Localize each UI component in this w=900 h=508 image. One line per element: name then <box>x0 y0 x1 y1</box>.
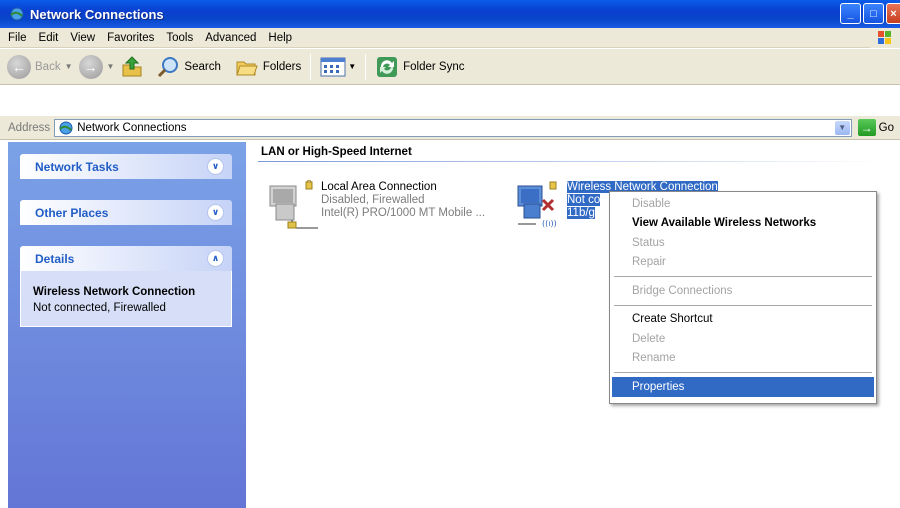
address-dropdown-icon[interactable]: ▼ <box>834 120 850 135</box>
menu-item-rename[interactable]: Rename <box>612 349 874 369</box>
up-folder-icon <box>122 55 142 76</box>
menu-item-repair[interactable]: Repair <box>612 253 874 273</box>
close-icon: × <box>890 7 897 20</box>
menu-bar: File Edit View Favorites Tools Advanced … <box>0 28 900 48</box>
connection-device: Intel(R) PRO/1000 MT Mobile ... <box>321 207 486 219</box>
maximize-icon: □ <box>870 7 877 20</box>
go-label: Go <box>878 121 894 134</box>
menu-tools[interactable]: Tools <box>160 32 199 44</box>
search-icon <box>158 56 179 77</box>
back-dropdown-icon[interactable]: ▼ <box>65 62 73 71</box>
views-dropdown-icon[interactable]: ▼ <box>348 62 356 71</box>
details-header[interactable]: Details ∧ <box>20 246 232 271</box>
details-connection-name: Wireless Network Connection <box>33 286 196 298</box>
back-arrow-icon: ← <box>7 54 31 79</box>
menu-item-properties[interactable]: Properties <box>612 377 874 397</box>
window-title: Network Connections <box>30 6 164 22</box>
other-places-header[interactable]: Other Places ∨ <box>20 200 232 225</box>
menu-item-disable[interactable]: Disable <box>612 194 874 214</box>
menu-advanced[interactable]: Advanced <box>199 32 262 44</box>
other-places-title: Other Places <box>35 205 109 220</box>
network-tasks-header[interactable]: Network Tasks ∨ <box>20 154 232 179</box>
address-label: Address <box>8 121 51 134</box>
minimize-icon: _ <box>847 7 854 20</box>
details-connection-status: Not connected, Firewalled <box>33 302 166 314</box>
expand-icon[interactable]: ∨ <box>207 158 224 175</box>
folder-sync-icon <box>377 56 398 77</box>
context-menu: Disable View Available Wireless Networks… <box>609 191 877 404</box>
maximize-button[interactable]: □ <box>863 3 884 24</box>
details-title: Details <box>35 251 75 266</box>
folder-sync-label: Folder Sync <box>403 60 465 73</box>
menu-help[interactable]: Help <box>262 32 298 44</box>
menu-edit[interactable]: Edit <box>33 32 65 44</box>
menu-separator <box>614 304 872 306</box>
address-input[interactable]: Network Connections ▼ <box>54 118 852 137</box>
folders-icon <box>236 61 258 75</box>
address-bar: Address Network Connections ▼ → Go <box>0 116 900 140</box>
views-icon <box>320 57 346 76</box>
details-body: Wireless Network Connection Not connecte… <box>20 271 232 327</box>
other-places-group: Other Places ∨ <box>20 200 232 225</box>
menu-item-bridge-connections[interactable]: Bridge Connections <box>612 281 874 301</box>
menu-item-view-wireless-networks[interactable]: View Available Wireless Networks <box>612 214 874 234</box>
back-button[interactable]: ← Back ▼ <box>4 52 76 82</box>
menu-view[interactable]: View <box>64 32 101 44</box>
search-label: Search <box>184 60 221 73</box>
close-button[interactable]: × <box>886 3 900 24</box>
section-title: LAN or High-Speed Internet <box>261 146 412 158</box>
wireless-connection-icon: ((ı)) <box>517 181 557 228</box>
title-bar[interactable]: Network Connections _ □ × <box>0 0 900 28</box>
menu-separator <box>614 276 872 277</box>
menu-separator <box>614 372 872 373</box>
views-button[interactable]: ▼ <box>317 52 359 82</box>
section-divider <box>258 161 885 162</box>
address-value: Network Connections <box>77 121 187 134</box>
forward-arrow-icon: → <box>78 54 103 79</box>
collapse-icon[interactable]: ∧ <box>207 250 224 267</box>
go-button[interactable]: → Go <box>857 119 894 136</box>
connection-status: Disabled, Firewalled <box>321 194 425 206</box>
menu-item-delete[interactable]: Delete <box>612 329 874 349</box>
forward-button[interactable]: → ▼ <box>76 52 118 82</box>
toolbar: ← Back ▼ → ▼ Search Folders ▼ Folder Syn… <box>0 49 900 85</box>
folder-sync-button[interactable]: Folder Sync <box>372 52 467 82</box>
toolbar-divider <box>310 53 312 80</box>
expand-icon[interactable]: ∨ <box>207 204 224 221</box>
connection-name: Local Area Connection <box>321 181 437 193</box>
menu-item-create-shortcut[interactable]: Create Shortcut <box>612 310 874 330</box>
lan-connection-icon <box>269 180 318 229</box>
back-label: Back <box>35 60 61 73</box>
local-area-connection-item[interactable]: Local Area Connection Disabled, Firewall… <box>266 180 485 232</box>
go-arrow-icon: → <box>857 119 876 136</box>
menu-file[interactable]: File <box>0 32 33 44</box>
toolbar-divider <box>365 53 367 80</box>
menu-favorites[interactable]: Favorites <box>101 32 160 44</box>
up-button[interactable] <box>117 52 147 82</box>
forward-dropdown-icon[interactable]: ▼ <box>107 62 115 71</box>
task-pane: Network Tasks ∨ Other Places ∨ Details ∧… <box>8 142 246 508</box>
menu-item-status[interactable]: Status <box>612 233 874 253</box>
network-connections-icon <box>59 121 73 134</box>
details-group: Details ∧ Wireless Network Connection No… <box>20 246 232 327</box>
network-tasks-group: Network Tasks ∨ <box>20 154 232 179</box>
network-tasks-title: Network Tasks <box>35 159 119 174</box>
windows-logo-icon <box>870 28 900 48</box>
minimize-button[interactable]: _ <box>840 3 861 24</box>
folders-label: Folders <box>262 60 302 73</box>
search-button[interactable]: Search <box>153 52 223 82</box>
folders-button[interactable]: Folders <box>232 52 304 82</box>
svg-text:((ı)): ((ı)) <box>542 219 557 228</box>
network-connections-icon <box>10 7 24 21</box>
